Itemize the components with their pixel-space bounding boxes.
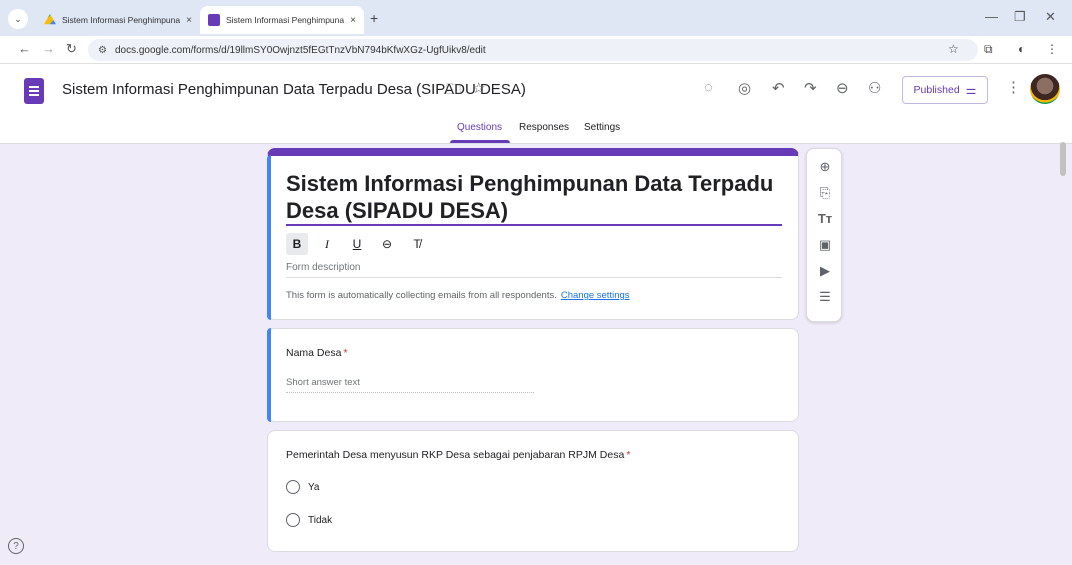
close-window-icon[interactable]: ✕ [1045, 9, 1056, 25]
redo-icon[interactable]: ↷ [804, 79, 817, 97]
radio-option[interactable]: Tidak [286, 513, 332, 527]
radio-option[interactable]: Ya [286, 480, 320, 494]
drive-icon [44, 14, 56, 25]
question-text: Nama Desa [286, 347, 342, 359]
star-icon[interactable]: ☆ [472, 79, 485, 97]
question-title: Nama Desa * [286, 347, 348, 359]
active-tab-indicator [450, 140, 510, 143]
url-field[interactable]: ⚙ docs.google.com/forms/d/19llmSY0Owjnzt… [88, 39, 978, 61]
forward-icon[interactable]: → [42, 41, 55, 56]
help-icon[interactable]: ? [8, 538, 24, 554]
restore-icon[interactable]: ❐ [1014, 9, 1026, 25]
short-answer-field[interactable]: Short answer text [286, 377, 534, 393]
italic-button[interactable]: I [316, 233, 338, 255]
tab-settings[interactable]: Settings [584, 122, 620, 133]
link-icon[interactable]: ⊖ [836, 79, 849, 97]
back-icon[interactable]: ← [18, 41, 31, 56]
close-tab-icon[interactable]: × [350, 15, 356, 26]
address-bar-row: ← → ↻ ⚙ docs.google.com/forms/d/19llmSY0… [0, 36, 1072, 64]
publish-settings-icon: ⚌ [965, 83, 977, 97]
email-collection-note: This form is automatically collecting em… [286, 290, 630, 301]
add-question-icon[interactable]: ⊕ [807, 159, 843, 175]
add-image-icon[interactable]: ▣ [807, 237, 843, 253]
published-button[interactable]: Published ⚌ [902, 76, 988, 104]
change-settings-link[interactable]: Change settings [561, 290, 630, 301]
avatar[interactable] [1030, 74, 1060, 104]
form-tabs: Questions Responses Settings [0, 120, 1072, 144]
add-collaborator-icon[interactable]: ⚇ [868, 79, 881, 97]
underline-button[interactable]: U [346, 233, 368, 255]
import-questions-icon[interactable]: ⎘ [807, 185, 843, 201]
palette-icon[interactable]: ◌ [704, 79, 713, 96]
browser-menu-icon[interactable]: ⋮ [1046, 42, 1058, 56]
extensions-icon[interactable]: ⧉ [984, 42, 993, 57]
scrollbar[interactable] [1060, 142, 1066, 176]
browser-tab-1[interactable]: Sistem Informasi Penghimpuna × [36, 6, 200, 34]
required-mark: * [343, 347, 348, 359]
tab-responses[interactable]: Responses [519, 122, 569, 133]
selected-card-indicator [267, 328, 271, 422]
tab-title: Sistem Informasi Penghimpuna [62, 15, 181, 25]
option-label: Ya [308, 481, 320, 493]
format-toolbar: B I U ⊖ T̸ [286, 232, 436, 256]
radio-button[interactable] [286, 513, 300, 527]
bookmark-star-icon[interactable]: ☆ [948, 42, 959, 56]
published-label: Published [913, 84, 960, 96]
browser-tab-2[interactable]: Sistem Informasi Penghimpuna × [200, 6, 364, 34]
clear-format-icon[interactable]: T̸ [406, 233, 428, 255]
tab-search-icon[interactable]: ⌄ [8, 9, 28, 29]
form-title-card[interactable]: Sistem Informasi Penghimpunan Data Terpa… [267, 148, 799, 320]
profile-icon[interactable]: ◐ [1018, 42, 1025, 56]
reload-icon[interactable]: ↻ [66, 41, 77, 57]
question-title: Pemerintah Desa menyusun RKP Desa sebaga… [286, 449, 630, 461]
question-card[interactable]: Pemerintah Desa menyusun RKP Desa sebaga… [267, 430, 799, 552]
add-video-icon[interactable]: ▶ [807, 263, 843, 279]
option-label: Tidak [308, 514, 333, 526]
add-title-icon[interactable]: Tт [807, 211, 843, 226]
url-text: docs.google.com/forms/d/19llmSY0Owjnzt5f… [114, 44, 486, 56]
minimize-icon[interactable]: — [985, 9, 998, 24]
forms-icon [208, 14, 220, 26]
insert-link-icon[interactable]: ⊖ [376, 233, 398, 255]
browser-tab-strip: ⌄ Sistem Informasi Penghimpuna × Sistem … [0, 0, 1072, 36]
new-tab-button[interactable]: + [370, 10, 378, 26]
question-card[interactable]: Nama Desa * Short answer text [267, 328, 799, 422]
form-title[interactable]: Sistem Informasi Penghimpunan Data Terpa… [286, 170, 776, 224]
bold-button[interactable]: B [286, 233, 308, 255]
more-options-icon[interactable]: ⋮ [1006, 78, 1021, 96]
preview-eye-icon[interactable]: ◎ [738, 79, 751, 97]
title-underline [286, 224, 782, 226]
required-mark: * [626, 449, 631, 461]
tab-title: Sistem Informasi Penghimpuna [226, 15, 345, 25]
undo-icon[interactable]: ↶ [772, 79, 785, 97]
tab-questions[interactable]: Questions [457, 122, 502, 133]
forms-header: Sistem Informasi Penghimpunan Data Terpa… [0, 64, 1072, 144]
close-tab-icon[interactable]: × [186, 15, 192, 26]
site-info-icon[interactable]: ⚙ [98, 45, 107, 56]
email-note-text: This form is automatically collecting em… [286, 290, 557, 301]
radio-button[interactable] [286, 480, 300, 494]
forms-logo-icon[interactable] [24, 78, 44, 104]
question-text: Pemerintah Desa menyusun RKP Desa sebaga… [286, 449, 625, 461]
floating-toolbar: ⊕ ⎘ Tт ▣ ▶ ☰ [806, 148, 842, 322]
selected-card-indicator [267, 155, 271, 320]
form-description-input[interactable]: Form description [286, 262, 782, 278]
folder-icon[interactable]: 🗀 [446, 79, 461, 104]
add-section-icon[interactable]: ☰ [807, 289, 843, 305]
